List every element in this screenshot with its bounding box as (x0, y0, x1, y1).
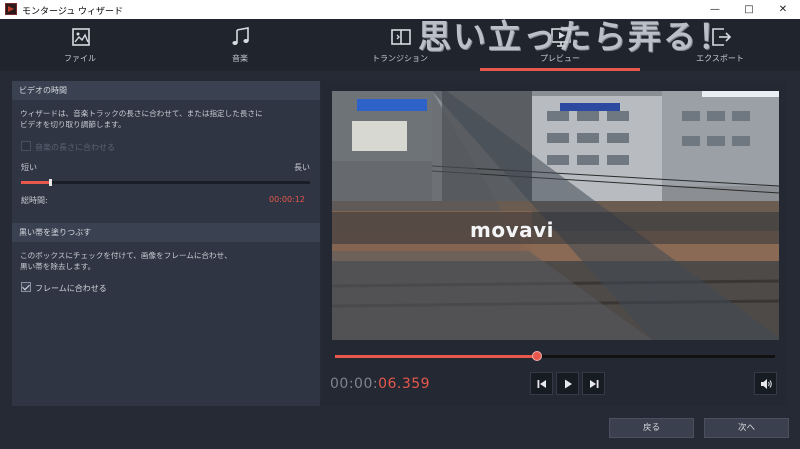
black-bars-description-2: 黒い帯を除去します。 (20, 262, 96, 271)
app-logo-icon (5, 3, 17, 15)
seek-bar-progress (335, 355, 538, 358)
match-music-checkbox[interactable] (21, 141, 31, 151)
volume-button[interactable] (754, 372, 777, 395)
volume-icon (761, 379, 772, 389)
total-time-label: 総時間: (21, 196, 48, 205)
play-icon (565, 379, 572, 389)
fit-frame-checkbox[interactable] (21, 282, 31, 292)
video-duration-description-2: ビデオを切り取り調節します。 (20, 120, 126, 129)
footer: 戻る 次へ (0, 412, 800, 449)
overlay-caption: 思い立ったら弄る！ (418, 17, 733, 56)
file-icon (72, 28, 90, 46)
short-label: 短い (21, 163, 37, 172)
duration-slider-fill (21, 181, 50, 184)
tab-music[interactable]: 音楽 (160, 19, 320, 71)
maximize-button[interactable]: □ (732, 0, 766, 19)
close-button[interactable]: ✕ (766, 0, 800, 19)
timecode-prefix: 00:00: (330, 376, 379, 392)
tab-file-label: ファイル (64, 54, 96, 63)
fit-frame-label: フレームに合わせる (35, 284, 107, 293)
timecode-current: 06.359 (378, 376, 431, 392)
preview-panel: movavi 00:00:06.359 (321, 81, 787, 406)
tab-music-label: 音楽 (232, 54, 248, 63)
skip-forward-icon (590, 380, 599, 388)
transition-icon (391, 29, 411, 45)
video-duration-description-1: ウィザードは、音楽トラックの長さに合わせて、または指定した長さに (20, 109, 263, 118)
seek-bar-handle[interactable] (532, 351, 543, 361)
window-title: モンタージュ ウィザード (22, 7, 124, 17)
next-button[interactable]: 次へ (704, 418, 789, 438)
duration-slider-handle[interactable] (48, 179, 52, 186)
total-time-value: 00:00:12 (269, 195, 305, 204)
play-button[interactable] (556, 372, 579, 395)
tab-file[interactable]: ファイル (0, 19, 160, 71)
next-frame-button[interactable] (582, 372, 605, 395)
duration-slider[interactable] (21, 179, 310, 186)
movavi-watermark: movavi (470, 218, 555, 242)
video-duration-heading: ビデオの時間 (12, 81, 320, 100)
match-music-label: 音楽の長さに合わせる (35, 143, 115, 152)
active-tab-indicator (480, 68, 640, 71)
long-label: 長い (294, 163, 310, 172)
music-icon (232, 27, 249, 45)
playback-timecode: 00:00:06.359 (330, 376, 430, 392)
previous-frame-button[interactable] (530, 372, 553, 395)
black-bars-description-1: このボックスにチェックを付けて、画像をフレームに合わせ、 (20, 251, 232, 260)
video-preview[interactable]: movavi (332, 91, 779, 340)
back-button[interactable]: 戻る (609, 418, 694, 438)
black-bars-heading: 黒い帯を塗りつぶす (12, 223, 320, 242)
skip-back-icon (537, 380, 546, 388)
settings-panel: ビデオの時間 ウィザードは、音楽トラックの長さに合わせて、または指定した長さに … (12, 81, 320, 406)
video-frame-image (332, 91, 779, 340)
preview-seek-bar[interactable] (335, 351, 775, 361)
